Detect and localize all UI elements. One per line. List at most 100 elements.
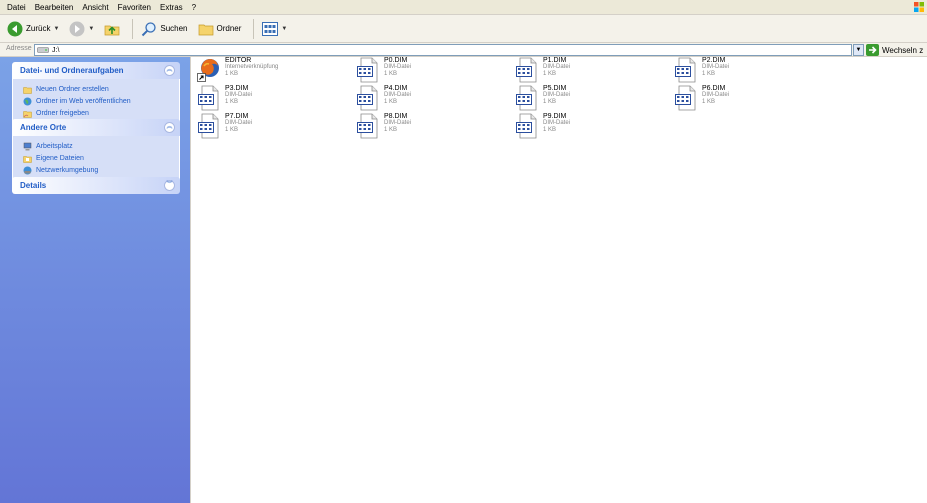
- address-bar: Adresse J:\ ▼ Wechseln z: [0, 43, 927, 57]
- task-new-folder[interactable]: Neuen Ordner erstellen: [23, 84, 171, 95]
- file-item[interactable]: P4.DIM DIM-Datei 1 KB: [356, 85, 506, 113]
- menu-ansicht[interactable]: Ansicht: [82, 3, 108, 12]
- address-dropdown-button[interactable]: ▼: [853, 44, 864, 56]
- file-item[interactable]: P1.DIM DIM-Datei 1 KB: [515, 57, 665, 85]
- address-input[interactable]: J:\: [34, 44, 852, 56]
- dim-file-icon: [356, 85, 380, 111]
- computer-icon: [23, 142, 32, 151]
- menu-datei[interactable]: Datei: [7, 3, 26, 12]
- folder-up-icon: [105, 25, 120, 35]
- file-type: DIM-Datei: [702, 92, 730, 98]
- task-publish-web[interactable]: Ordner im Web veröffentlichen: [23, 96, 171, 107]
- file-type: DIM-Datei: [384, 64, 412, 70]
- chevron-up-icon[interactable]: ︽: [164, 122, 175, 133]
- folders-button[interactable]: Ordner: [195, 18, 245, 40]
- file-size: 1 KB: [384, 127, 398, 133]
- file-item[interactable]: EDITOR Internetverknüpfung 1 KB: [197, 57, 347, 85]
- file-meta: P5.DIM DIM-Datei 1 KB: [543, 85, 570, 106]
- chevron-up-icon[interactable]: ︽: [164, 65, 175, 76]
- chevron-down-icon[interactable]: ▼: [88, 26, 94, 32]
- file-name: EDITOR: [225, 57, 252, 64]
- file-list-view: EDITOR Internetverknüpfung 1 KB P0.DIM DIM-…: [190, 57, 927, 503]
- back-label: Zurück: [26, 24, 51, 33]
- file-name: P2.DIM: [702, 57, 726, 64]
- task-publish-web-label: Ordner im Web veröffentlichen: [36, 98, 131, 105]
- other-places-panel: Andere Orte ︽ Arbeitsplatz Eigene Dateie…: [12, 119, 180, 183]
- file-item[interactable]: P9.DIM DIM-Datei 1 KB: [515, 113, 665, 141]
- file-meta: P1.DIM DIM-Datei 1 KB: [543, 57, 570, 78]
- file-item[interactable]: P0.DIM DIM-Datei 1 KB: [356, 57, 506, 85]
- menu-bearbeiten[interactable]: Bearbeiten: [35, 3, 74, 12]
- file-size: 1 KB: [384, 71, 398, 77]
- search-button[interactable]: Suchen: [138, 18, 190, 40]
- back-arrow-icon: [7, 21, 23, 36]
- address-label: Adresse: [6, 45, 32, 52]
- place-network[interactable]: Netzwerkumgebung: [23, 165, 171, 176]
- firefox-shortcut-icon: [197, 57, 221, 83]
- dim-file-icon: [515, 113, 539, 139]
- file-item[interactable]: P5.DIM DIM-Datei 1 KB: [515, 85, 665, 113]
- dim-file-icon: [356, 57, 380, 83]
- address-path: J:\: [52, 46, 60, 54]
- file-meta: P2.DIM DIM-Datei 1 KB: [702, 57, 729, 78]
- chevron-down-icon[interactable]: ▼: [281, 26, 287, 32]
- documents-folder-icon: [23, 156, 32, 163]
- folder-icon: [198, 24, 213, 35]
- file-meta: P3.DIM DIM-Datei 1 KB: [225, 85, 252, 106]
- forward-button[interactable]: ▼: [66, 18, 97, 40]
- file-name: P1.DIM: [543, 57, 567, 64]
- place-my-computer[interactable]: Arbeitsplatz: [23, 141, 171, 152]
- go-label: Wechseln z: [882, 45, 924, 55]
- file-type: DIM-Datei: [543, 64, 571, 70]
- file-name: P5.DIM: [543, 85, 567, 92]
- file-item[interactable]: P8.DIM DIM-Datei 1 KB: [356, 113, 506, 141]
- file-size: 1 KB: [702, 71, 716, 77]
- file-meta: P0.DIM DIM-Datei 1 KB: [384, 57, 411, 78]
- go-button[interactable]: Wechseln z: [866, 44, 923, 56]
- other-places-body: Arbeitsplatz Eigene Dateien Netzwerkumge…: [12, 136, 180, 183]
- chevron-down-icon[interactable]: ︾: [164, 180, 175, 191]
- up-folder-button[interactable]: [101, 18, 123, 40]
- task-share-folder[interactable]: Ordner freigeben: [23, 108, 171, 119]
- file-type: DIM-Datei: [225, 92, 253, 98]
- drive-icon: [37, 47, 49, 53]
- file-tasks-header[interactable]: Datei- und Ordneraufgaben ︽: [12, 62, 180, 79]
- file-meta: EDITOR Internetverknüpfung 1 KB: [225, 57, 278, 78]
- details-header[interactable]: Details ︾: [12, 177, 180, 194]
- file-type: DIM-Datei: [543, 120, 571, 126]
- views-icon: [262, 21, 279, 36]
- file-name: P8.DIM: [384, 113, 408, 120]
- task-share-folder-label: Ordner freigeben: [36, 110, 89, 117]
- file-size: 1 KB: [225, 99, 239, 105]
- place-network-label: Netzwerkumgebung: [36, 167, 99, 174]
- file-size: 1 KB: [543, 99, 557, 105]
- menu-bar: Datei Bearbeiten Ansicht Favoriten Extra…: [0, 0, 927, 15]
- other-places-title: Andere Orte: [20, 123, 67, 132]
- chevron-down-icon[interactable]: ▼: [53, 26, 59, 32]
- toolbar: Zurück ▼ ▼ Suchen Ordner ▼: [0, 15, 927, 43]
- file-type: DIM-Datei: [702, 64, 730, 70]
- file-item[interactable]: P7.DIM DIM-Datei 1 KB: [197, 113, 347, 141]
- file-meta: P7.DIM DIM-Datei 1 KB: [225, 113, 252, 134]
- file-tasks-panel: Datei- und Ordneraufgaben ︽ Neuen Ordner…: [12, 62, 180, 126]
- menu-extras[interactable]: Extras: [160, 3, 183, 12]
- menu-help[interactable]: ?: [192, 3, 196, 12]
- folders-label: Ordner: [216, 24, 242, 33]
- back-button[interactable]: Zurück ▼: [4, 18, 62, 40]
- new-folder-icon: [23, 87, 32, 94]
- other-places-header[interactable]: Andere Orte ︽: [12, 119, 180, 136]
- file-item[interactable]: P6.DIM DIM-Datei 1 KB: [674, 85, 824, 113]
- views-button[interactable]: ▼: [259, 18, 290, 40]
- details-title: Details: [20, 181, 47, 190]
- file-item[interactable]: P3.DIM DIM-Datei 1 KB: [197, 85, 347, 113]
- windows-logo-icon: [914, 2, 924, 12]
- network-icon: [23, 166, 32, 175]
- dim-file-icon: [356, 113, 380, 139]
- file-type: DIM-Datei: [543, 92, 571, 98]
- menu-favoriten[interactable]: Favoriten: [118, 3, 151, 12]
- share-folder-icon: [23, 111, 32, 118]
- file-name: P3.DIM: [225, 85, 249, 92]
- file-item[interactable]: P2.DIM DIM-Datei 1 KB: [674, 57, 824, 85]
- file-name: P6.DIM: [702, 85, 726, 92]
- place-my-documents[interactable]: Eigene Dateien: [23, 153, 171, 164]
